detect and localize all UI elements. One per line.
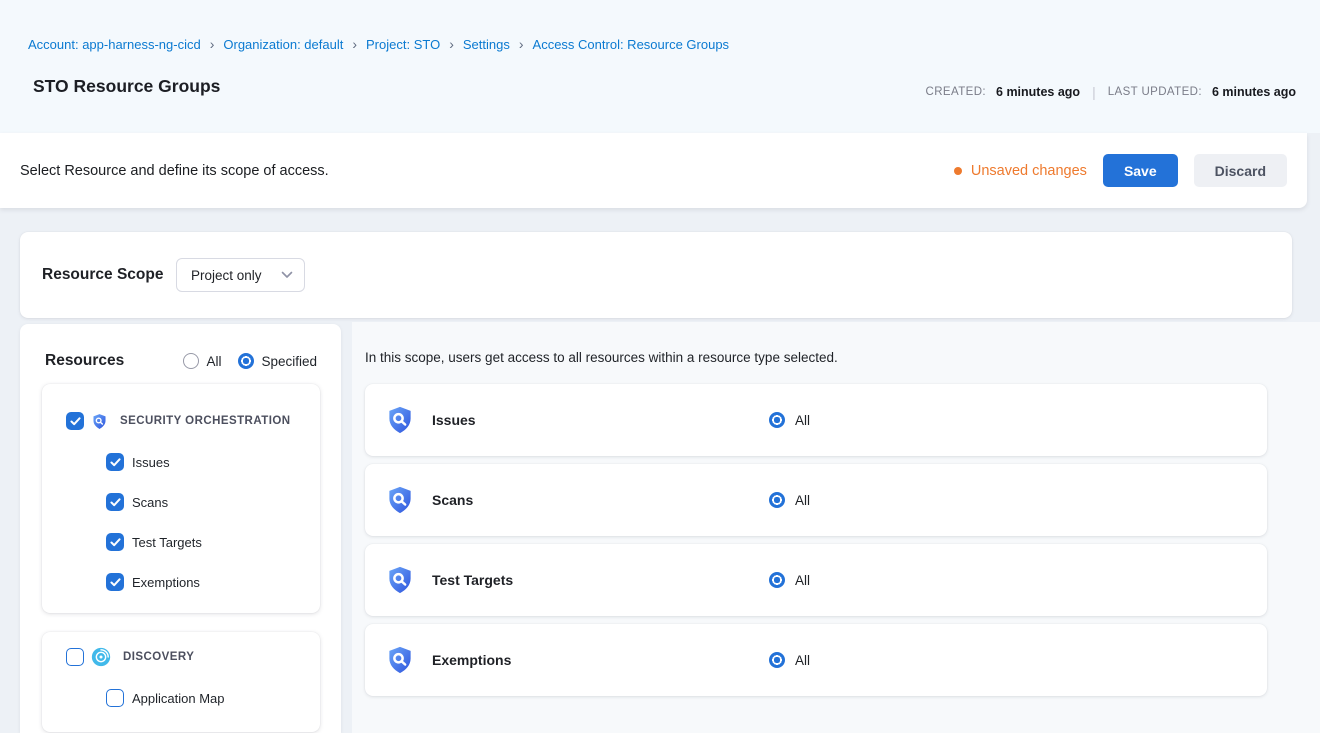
resource-row-label-test-targets: Test Targets	[432, 572, 513, 588]
access-label-exemptions: All	[795, 653, 810, 668]
resource-groups-list: SECURITY ORCHESTRATION Issues Scans Test Ta…	[42, 384, 320, 732]
resource-scope-label: Resource Scope	[42, 232, 163, 318]
unsaved-changes-label: Unsaved changes	[971, 163, 1087, 179]
toolbar-actions: Unsaved changes Save Discard	[954, 133, 1287, 208]
checkbox-security-orchestration[interactable]	[66, 412, 84, 430]
resource-row-inner-exemptions: Exemptions	[365, 624, 1267, 696]
resource-item-scans[interactable]: Scans	[42, 482, 320, 522]
breadcrumb: Account: app-harness-ng-cicd › Organizatio…	[28, 37, 729, 52]
breadcrumb-link-project[interactable]: Project: STO	[366, 37, 440, 52]
resource-row-scans: Scans All	[365, 464, 1267, 536]
radio-specified-icon[interactable]	[238, 353, 254, 369]
unsaved-changes-indicator: Unsaved changes	[954, 163, 1087, 179]
resource-item-label-issues: Issues	[132, 455, 170, 470]
breadcrumb-separator-icon: ›	[352, 37, 357, 51]
breadcrumb-link-access-control[interactable]: Access Control: Resource Groups	[533, 37, 730, 52]
access-radio-icon-test-targets[interactable]	[769, 572, 785, 588]
last-updated-label: LAST UPDATED:	[1108, 86, 1202, 98]
access-radio-icon-scans[interactable]	[769, 492, 785, 508]
checkbox-exemptions[interactable]	[106, 573, 124, 591]
resource-item-label-exemptions: Exemptions	[132, 575, 200, 590]
resource-group-card-security-orchestration: SECURITY ORCHESTRATION Issues Scans Test Ta…	[42, 384, 320, 613]
resource-item-label-test-targets: Test Targets	[132, 535, 202, 550]
sto-shield-icon	[385, 565, 415, 595]
resource-row-inner-test-targets: Test Targets	[365, 544, 1267, 616]
resource-groups-page: Account: app-harness-ng-cicd › Organizatio…	[0, 0, 1320, 733]
resource-scope-selected-value: Project only	[191, 268, 262, 283]
access-label-test-targets: All	[795, 573, 810, 588]
access-radio-icon-issues[interactable]	[769, 412, 785, 428]
discovery-icon	[91, 647, 111, 667]
scope-intro-text: In this scope, users get access to all r…	[365, 350, 838, 365]
radio-label-specified: Specified	[261, 354, 317, 369]
breadcrumb-separator-icon: ›	[449, 37, 454, 51]
access-radio-group-scans[interactable]: All	[769, 464, 810, 536]
created-value: 6 minutes ago	[996, 85, 1080, 99]
sto-shield-icon	[385, 645, 415, 675]
radio-all-icon[interactable]	[183, 353, 199, 369]
resource-item-application-map[interactable]: Application Map	[42, 678, 320, 718]
discard-button[interactable]: Discard	[1194, 154, 1287, 187]
resource-rows: IssuesAllScansAllTest TargetsAllExemptio…	[365, 384, 1267, 704]
scope-main-panel: In this scope, users get access to all r…	[352, 322, 1320, 733]
resource-item-label-application-map: Application Map	[132, 691, 225, 706]
resources-filter-radios: All Specified	[183, 353, 317, 369]
resource-row-inner-issues: Issues	[365, 384, 1267, 456]
resource-row-inner-scans: Scans	[365, 464, 1267, 536]
group-label-security-orchestration: SECURITY ORCHESTRATION	[120, 415, 291, 427]
header-meta: CREATED: 6 minutes ago | LAST UPDATED: 6…	[926, 84, 1296, 100]
resource-item-label-scans: Scans	[132, 495, 168, 510]
access-radio-group-issues[interactable]: All	[769, 384, 810, 456]
created-label: CREATED:	[926, 86, 987, 98]
toolbar-description: Select Resource and define its scope of …	[20, 133, 329, 208]
access-label-issues: All	[795, 413, 810, 428]
resource-item-test-targets[interactable]: Test Targets	[42, 522, 320, 562]
chevron-down-icon	[281, 271, 293, 279]
breadcrumb-separator-icon: ›	[210, 37, 215, 51]
resource-group-card-discovery: DISCOVERY Application Map	[42, 632, 320, 732]
breadcrumb-link-account[interactable]: Account: app-harness-ng-cicd	[28, 37, 201, 52]
radio-label-all: All	[206, 354, 221, 369]
actions-toolbar: Select Resource and define its scope of …	[0, 133, 1307, 208]
breadcrumb-link-settings[interactable]: Settings	[463, 37, 510, 52]
group-row-security-orchestration[interactable]: SECURITY ORCHESTRATION	[42, 406, 320, 436]
access-radio-icon-exemptions[interactable]	[769, 652, 785, 668]
resource-row-label-exemptions: Exemptions	[432, 652, 511, 668]
resource-row-issues: Issues All	[365, 384, 1267, 456]
resources-radio-option-specified[interactable]: Specified	[238, 353, 317, 369]
last-updated-value: 6 minutes ago	[1212, 85, 1296, 99]
meta-divider: |	[1090, 84, 1098, 100]
group-label-discovery: DISCOVERY	[123, 651, 194, 663]
resources-sidebar: Resources All Specified SECURITY ORCHESTR…	[20, 324, 341, 733]
resource-scope-dropdown[interactable]: Project only	[176, 258, 305, 292]
checkbox-application-map[interactable]	[106, 689, 124, 707]
access-label-scans: All	[795, 493, 810, 508]
resource-item-issues[interactable]: Issues	[42, 442, 320, 482]
breadcrumb-link-organization[interactable]: Organization: default	[223, 37, 343, 52]
resource-scope-card: Resource Scope Project only	[20, 232, 1292, 318]
resource-row-exemptions: Exemptions All	[365, 624, 1267, 696]
resource-item-exemptions[interactable]: Exemptions	[42, 562, 320, 602]
resource-row-label-issues: Issues	[432, 412, 476, 428]
resource-row-label-scans: Scans	[432, 492, 473, 508]
page-header: Account: app-harness-ng-cicd › Organizatio…	[0, 0, 1320, 133]
resource-row-test-targets: Test Targets All	[365, 544, 1267, 616]
sto-shield-icon	[91, 413, 108, 430]
unsaved-dot-icon	[954, 167, 962, 175]
checkbox-test-targets[interactable]	[106, 533, 124, 551]
group-row-discovery[interactable]: DISCOVERY	[42, 642, 320, 672]
resources-title: Resources	[45, 352, 124, 370]
resources-sidebar-header: Resources All Specified	[20, 324, 341, 370]
checkbox-scans[interactable]	[106, 493, 124, 511]
checkbox-issues[interactable]	[106, 453, 124, 471]
access-radio-group-test-targets[interactable]: All	[769, 544, 810, 616]
save-button[interactable]: Save	[1103, 154, 1178, 187]
checkbox-discovery[interactable]	[66, 648, 84, 666]
resources-radio-option-all[interactable]: All	[183, 353, 221, 369]
breadcrumb-separator-icon: ›	[519, 37, 524, 51]
access-radio-group-exemptions[interactable]: All	[769, 624, 810, 696]
sto-shield-icon	[385, 405, 415, 435]
sto-shield-icon	[385, 485, 415, 515]
page-title: STO Resource Groups	[33, 76, 220, 97]
